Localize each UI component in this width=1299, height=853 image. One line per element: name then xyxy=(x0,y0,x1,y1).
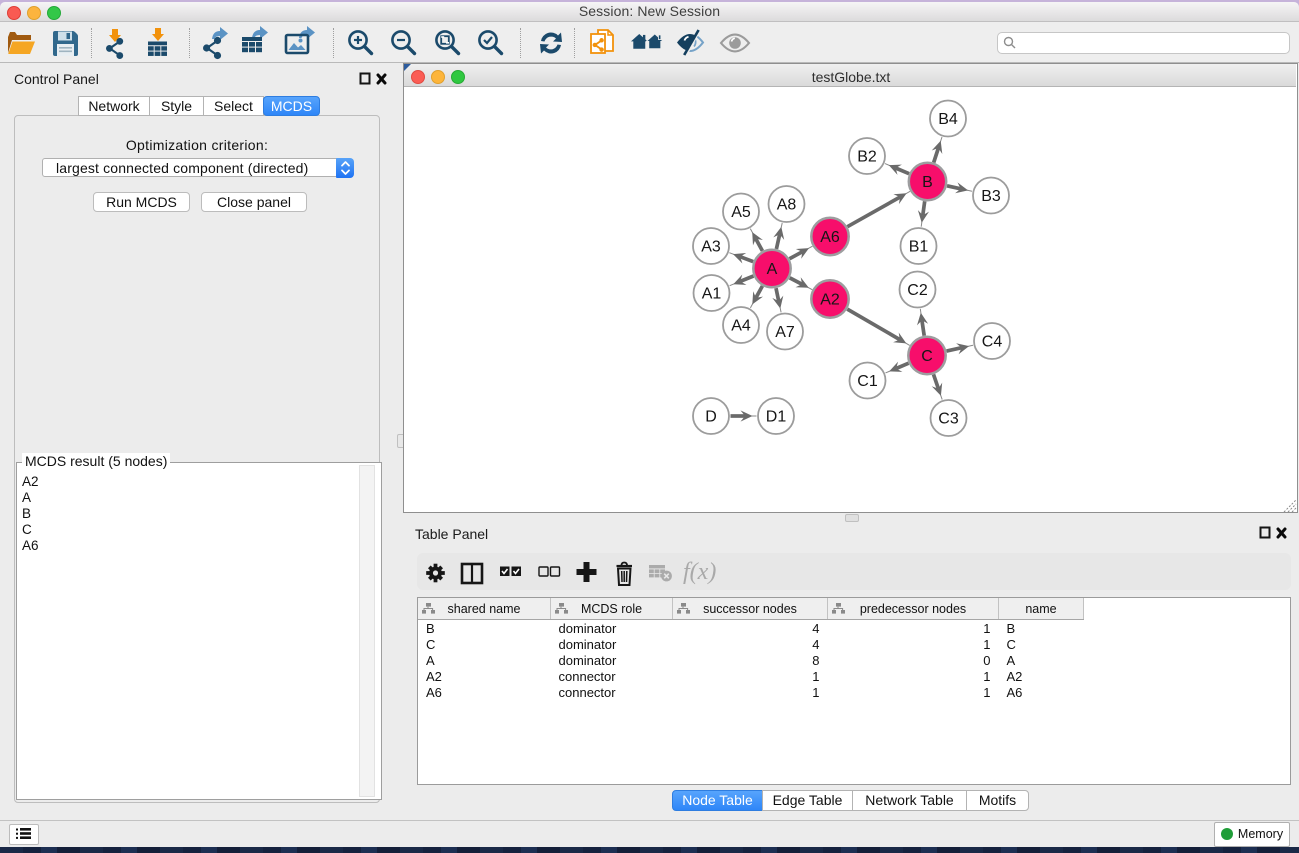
svg-text:C: C xyxy=(921,348,933,365)
svg-text:A6: A6 xyxy=(820,229,840,246)
svg-text:B2: B2 xyxy=(857,149,877,166)
svg-text:C1: C1 xyxy=(857,373,878,390)
svg-text:B4: B4 xyxy=(938,111,958,128)
svg-text:B3: B3 xyxy=(981,188,1001,205)
svg-text:A5: A5 xyxy=(731,204,751,221)
svg-text:A7: A7 xyxy=(775,324,795,341)
svg-text:C2: C2 xyxy=(907,282,928,299)
svg-text:B: B xyxy=(922,174,933,191)
svg-text:f(x): f(x) xyxy=(683,559,716,585)
svg-text:A3: A3 xyxy=(701,239,721,256)
svg-text:A2: A2 xyxy=(820,292,840,309)
svg-text:A1: A1 xyxy=(702,286,722,303)
svg-text:B1: B1 xyxy=(909,239,929,256)
svg-text:A4: A4 xyxy=(731,318,751,335)
svg-text:A: A xyxy=(767,261,778,278)
svg-text:D1: D1 xyxy=(766,409,787,426)
svg-text:A8: A8 xyxy=(777,197,797,214)
svg-text:D: D xyxy=(705,409,717,426)
svg-text:C3: C3 xyxy=(938,411,959,428)
svg-text:C4: C4 xyxy=(982,334,1003,351)
